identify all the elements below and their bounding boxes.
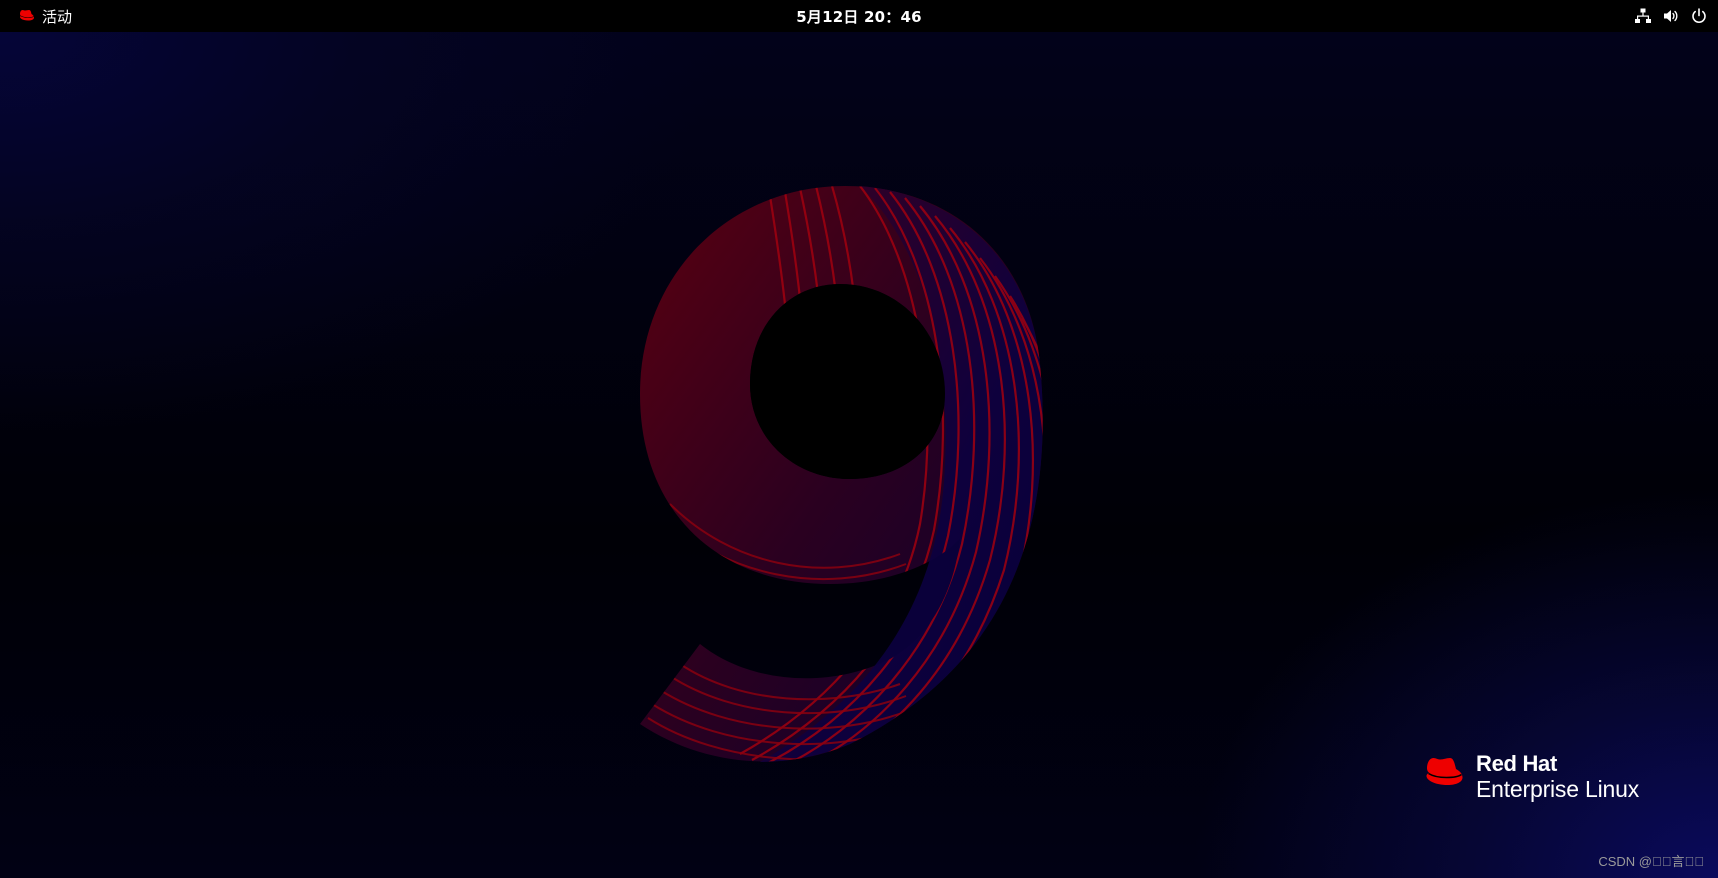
brand-product: Enterprise Linux	[1476, 776, 1639, 803]
activities-button[interactable]: 活动	[12, 0, 78, 32]
system-tray[interactable]	[1634, 0, 1708, 32]
top-bar: 活动 5月12日 20：46	[0, 0, 1718, 32]
desktop-wallpaper: Red Hat Enterprise Linux CSDN @  言  	[0, 32, 1718, 878]
watermark-text: CSDN @  言  	[1598, 854, 1704, 869]
activities-label: 活动	[42, 7, 73, 26]
clock[interactable]: 5月12日 20：46	[796, 0, 921, 32]
network-wired-icon	[1635, 8, 1651, 23]
rhel-9-graphic	[640, 186, 1043, 762]
screen: 活动 5月12日 20：46 Red Hat Enterprise Linux …	[0, 0, 1718, 878]
power-icon	[1692, 8, 1706, 23]
rhel-brand-logo: Red Hat Enterprise Linux	[1422, 752, 1639, 801]
volume-icon	[1664, 10, 1678, 22]
redhat-hat-icon	[1426, 758, 1463, 785]
redhat-hat-icon	[20, 10, 35, 21]
brand-name: Red Hat	[1476, 751, 1558, 776]
